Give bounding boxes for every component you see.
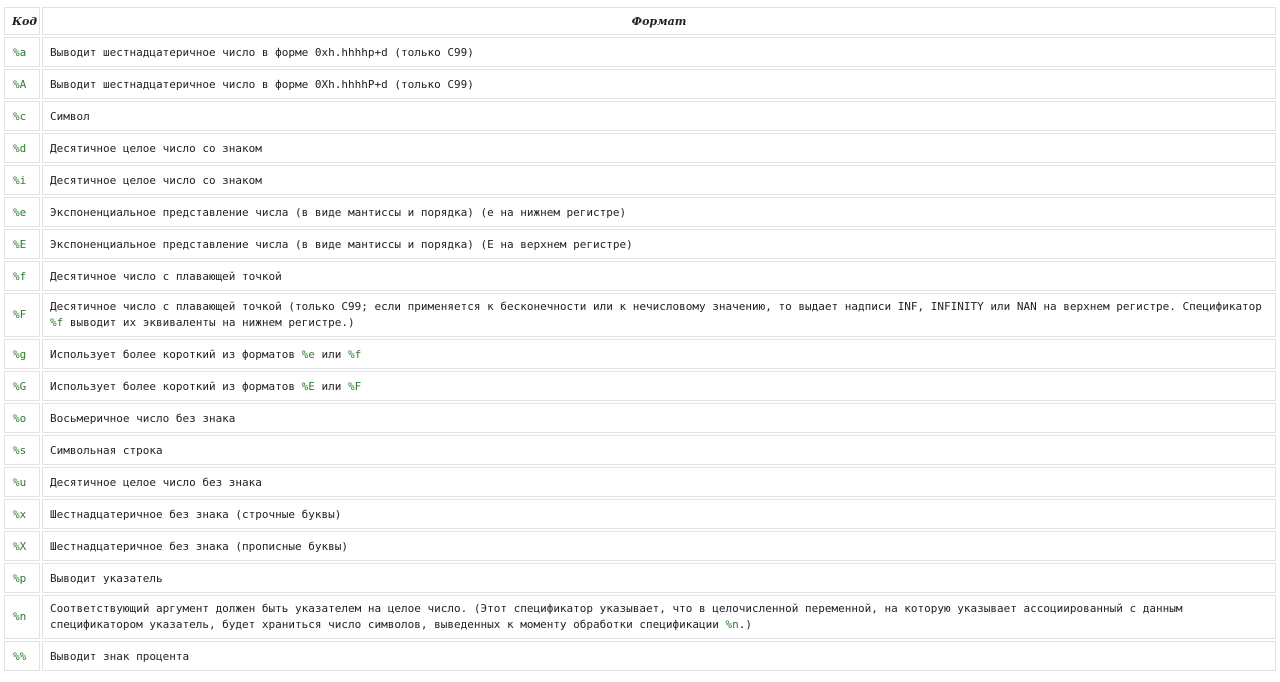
header-format: Формат bbox=[42, 7, 1276, 35]
table-row: %G Использует более короткий из форматов … bbox=[4, 371, 1276, 401]
table-row: %% Выводит знак процента bbox=[4, 641, 1276, 671]
header-code: Код bbox=[4, 7, 40, 35]
table-row: %p Выводит указатель bbox=[4, 563, 1276, 593]
description-text: Десятичное целое число со знаком bbox=[50, 141, 262, 155]
description-text: Экспоненциальное представление числа (в … bbox=[50, 205, 627, 219]
description-text: или bbox=[314, 379, 349, 393]
table-row: %n Соответствующий аргумент должен быть у… bbox=[4, 595, 1276, 639]
description-text: Символьная строка bbox=[50, 443, 163, 457]
format-code: %% bbox=[4, 641, 40, 671]
table-row: %e Экспоненциальное представление числа (… bbox=[4, 197, 1276, 227]
description-text: Выводит шестнадцатеричное число в форме … bbox=[50, 45, 474, 59]
description-text: Выводит шестнадцатеричное число в форме … bbox=[50, 77, 474, 91]
description-text: Использует более короткий из форматов bbox=[50, 379, 302, 393]
description-text: Шестнадцатеричное без знака (строчные бу… bbox=[50, 507, 342, 521]
format-description: Десятичное целое число со знаком bbox=[42, 165, 1276, 195]
inline-code: %f bbox=[348, 347, 362, 361]
table-row: %o Восьмеричное число без знака bbox=[4, 403, 1276, 433]
format-code: %n bbox=[4, 595, 40, 639]
format-description: Соответствующий аргумент должен быть ука… bbox=[42, 595, 1276, 639]
table-row: %d Десятичное целое число со знаком bbox=[4, 133, 1276, 163]
table-row: %A Выводит шестнадцатеричное число в форм… bbox=[4, 69, 1276, 99]
format-description: Использует более короткий из форматов %e… bbox=[42, 339, 1276, 369]
inline-code: %e bbox=[301, 347, 315, 361]
format-description: Десятичное число с плавающей точкой (тол… bbox=[42, 293, 1276, 337]
table-row: %a Выводит шестнадцатеричное число в форм… bbox=[4, 37, 1276, 67]
format-code: %u bbox=[4, 467, 40, 497]
format-description: Выводит шестнадцатеричное число в форме … bbox=[42, 37, 1276, 67]
format-description: Экспоненциальное представление числа (в … bbox=[42, 229, 1276, 259]
format-description: Выводит шестнадцатеричное число в форме … bbox=[42, 69, 1276, 99]
format-description: Экспоненциальное представление числа (в … bbox=[42, 197, 1276, 227]
table-row: %E Экспоненциальное представление числа (… bbox=[4, 229, 1276, 259]
description-text: Символ bbox=[50, 109, 90, 123]
table-row: %g Использует более короткий из форматов … bbox=[4, 339, 1276, 369]
description-text: Десятичное целое число со знаком bbox=[50, 173, 262, 187]
format-description: Восьмеричное число без знака bbox=[42, 403, 1276, 433]
format-code: %e bbox=[4, 197, 40, 227]
format-code: %s bbox=[4, 435, 40, 465]
description-text: или bbox=[314, 347, 349, 361]
description-text: Шестнадцатеричное без знака (прописные б… bbox=[50, 539, 349, 553]
format-description: Символьная строка bbox=[42, 435, 1276, 465]
table-row: %X Шестнадцатеричное без знака (прописные… bbox=[4, 531, 1276, 561]
format-code: %g bbox=[4, 339, 40, 369]
description-text: Десятичное число с плавающей точкой bbox=[50, 269, 282, 283]
format-description: Символ bbox=[42, 101, 1276, 131]
format-code: %p bbox=[4, 563, 40, 593]
format-description: Десятичное целое число со знаком bbox=[42, 133, 1276, 163]
format-code: %a bbox=[4, 37, 40, 67]
inline-code: %E bbox=[301, 379, 315, 393]
description-text: выводит их эквиваленты на нижнем регистр… bbox=[63, 316, 355, 329]
format-code: %x bbox=[4, 499, 40, 529]
format-code: %c bbox=[4, 101, 40, 131]
table-row: %f Десятичное число с плавающей точкой bbox=[4, 261, 1276, 291]
format-code: %X bbox=[4, 531, 40, 561]
format-description: Десятичное число с плавающей точкой bbox=[42, 261, 1276, 291]
table-body: %a Выводит шестнадцатеричное число в форм… bbox=[4, 37, 1276, 671]
format-description: Выводит знак процента bbox=[42, 641, 1276, 671]
format-description: Шестнадцатеричное без знака (прописные б… bbox=[42, 531, 1276, 561]
description-text: Экспоненциальное представление числа (в … bbox=[50, 237, 633, 251]
inline-code: %n bbox=[725, 618, 739, 631]
description-text: Соответствующий аргумент должен быть ука… bbox=[50, 602, 1183, 631]
inline-code: %F bbox=[348, 379, 362, 393]
description-text: Выводит знак процента bbox=[50, 649, 190, 663]
format-code: %F bbox=[4, 293, 40, 337]
table-row: %s Символьная строка bbox=[4, 435, 1276, 465]
description-text: Выводит указатель bbox=[50, 571, 163, 585]
format-code: %G bbox=[4, 371, 40, 401]
table-row: %u Десятичное целое число без знака bbox=[4, 467, 1276, 497]
description-text: Восьмеричное число без знака bbox=[50, 411, 236, 425]
format-code: %i bbox=[4, 165, 40, 195]
format-code: %f bbox=[4, 261, 40, 291]
description-text: Десятичное целое число без знака bbox=[50, 475, 262, 489]
inline-code: %f bbox=[50, 316, 64, 329]
format-description: Десятичное целое число без знака bbox=[42, 467, 1276, 497]
format-code: %o bbox=[4, 403, 40, 433]
format-code: %E bbox=[4, 229, 40, 259]
format-specifier-table: Код Формат %a Выводит шестнадцатеричное ч… bbox=[2, 5, 1278, 673]
description-text: Использует более короткий из форматов bbox=[50, 347, 302, 361]
format-description: Выводит указатель bbox=[42, 563, 1276, 593]
table-row: %i Десятичное целое число со знаком bbox=[4, 165, 1276, 195]
format-description: Использует более короткий из форматов %E… bbox=[42, 371, 1276, 401]
description-text: Десятичное число с плавающей точкой (тол… bbox=[50, 300, 1262, 313]
table-row: %x Шестнадцатеричное без знака (строчные … bbox=[4, 499, 1276, 529]
format-code: %d bbox=[4, 133, 40, 163]
table-header-row: Код Формат bbox=[4, 7, 1276, 35]
description-text: .) bbox=[738, 618, 753, 631]
table-row: %c Символ bbox=[4, 101, 1276, 131]
format-description: Шестнадцатеричное без знака (строчные бу… bbox=[42, 499, 1276, 529]
table-row: %F Десятичное число с плавающей точкой (т… bbox=[4, 293, 1276, 337]
format-code: %A bbox=[4, 69, 40, 99]
